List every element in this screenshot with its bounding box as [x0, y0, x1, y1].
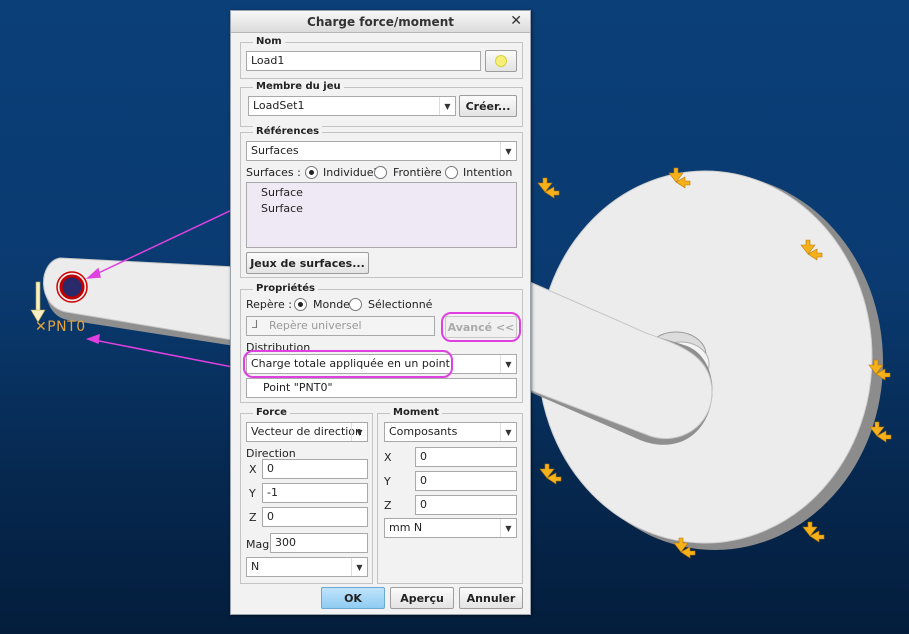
force-x-input[interactable]: 0 [262, 459, 368, 479]
chevron-down-icon: ▼ [500, 423, 516, 441]
radio-monde-label: Monde [313, 298, 350, 311]
force-legend: Force [253, 407, 290, 418]
radio-monde[interactable] [294, 298, 307, 311]
mag-input[interactable]: 300 [270, 533, 368, 553]
radio-frontiere-label: Frontière [393, 166, 442, 179]
reference-type-select[interactable]: Surfaces ▼ [246, 141, 517, 161]
name-legend: Nom [253, 36, 285, 47]
point-field[interactable]: Point "PNT0" [246, 378, 517, 398]
surfaces-list[interactable]: Surface Surface [246, 182, 517, 248]
csys-icon: ⅃ [252, 318, 259, 331]
chevron-down-icon: ▼ [439, 97, 455, 115]
ok-button[interactable]: OK [321, 587, 385, 609]
moment-x-label: X [384, 451, 392, 464]
radio-intention-label: Intention [463, 166, 513, 179]
moment-mode-select[interactable]: Composants ▼ [384, 422, 517, 442]
name-group: Nom Load1 [240, 36, 523, 79]
force-group: Force Vecteur de direction ▼ Direction X… [240, 407, 373, 584]
list-item[interactable]: Surface [261, 185, 502, 201]
preview-button[interactable]: Aperçu [390, 587, 454, 609]
create-button[interactable]: Créer... [459, 95, 517, 117]
distribution-value: Charge totale appliquée en un point [251, 357, 450, 370]
chevron-down-icon: ▼ [500, 355, 516, 373]
point-marker-icon: ✕ [35, 319, 48, 335]
force-mode-value: Vecteur de direction [251, 425, 363, 438]
radio-selectionne[interactable] [349, 298, 362, 311]
distribution-label: Distribution [246, 341, 311, 354]
moment-unit-value: mm N [389, 521, 423, 534]
force-moment-dialog: Charge force/moment ✕ Nom Load1 Membre d… [230, 10, 531, 615]
moment-y-label: Y [384, 475, 391, 488]
loadset-value: LoadSet1 [253, 99, 305, 112]
radio-intention[interactable] [445, 166, 458, 179]
dialog-title: Charge force/moment [307, 15, 454, 29]
csys-field: ⅃ Repère universel [246, 316, 435, 336]
moment-legend: Moment [390, 407, 442, 418]
moment-z-input[interactable]: 0 [415, 495, 517, 515]
moment-mode-value: Composants [389, 425, 458, 438]
name-input[interactable]: Load1 [246, 51, 481, 71]
color-button[interactable] [485, 50, 517, 72]
advanced-button[interactable]: Avancé << [445, 316, 517, 338]
moment-y-input[interactable]: 0 [415, 471, 517, 491]
force-y-input[interactable]: -1 [262, 483, 368, 503]
force-unit-select[interactable]: N ▼ [246, 557, 368, 577]
mag-label: Mag [246, 538, 270, 551]
force-arrow-icon [30, 281, 46, 323]
references-group: Références Surfaces ▼ Surfaces : Individ… [240, 126, 523, 278]
moment-unit-select[interactable]: mm N ▼ [384, 518, 517, 538]
close-icon[interactable]: ✕ [510, 13, 522, 29]
csys-placeholder: Repère universel [269, 319, 362, 332]
member-legend: Membre du jeu [253, 81, 344, 92]
chevron-down-icon: ▼ [351, 558, 367, 576]
distribution-select[interactable]: Charge totale appliquée en un point ▼ [246, 354, 517, 374]
surface-sets-button[interactable]: Jeux de surfaces... [246, 252, 369, 274]
chevron-down-icon: ▼ [500, 142, 516, 160]
loadset-select[interactable]: LoadSet1 ▼ [248, 96, 456, 116]
radio-individuel-label: Individuel [323, 166, 377, 179]
moment-z-label: Z [384, 499, 392, 512]
member-group: Membre du jeu LoadSet1 ▼ Créer... [240, 81, 523, 127]
surfaces-label: Surfaces : [246, 166, 301, 179]
cancel-button[interactable]: Annuler [459, 587, 523, 609]
dialog-titlebar[interactable]: Charge force/moment ✕ [231, 11, 530, 33]
force-z-label: Z [249, 511, 257, 524]
repere-label: Repère : [246, 298, 292, 311]
reference-type-value: Surfaces [251, 144, 299, 157]
force-y-label: Y [249, 487, 256, 500]
moment-x-input[interactable]: 0 [415, 447, 517, 467]
color-swatch-icon [495, 55, 507, 67]
radio-selectionne-label: Sélectionné [368, 298, 433, 311]
references-legend: Références [253, 126, 323, 137]
list-item[interactable]: Surface [261, 201, 502, 217]
force-mode-select[interactable]: Vecteur de direction ▼ [246, 422, 368, 442]
radio-frontiere[interactable] [374, 166, 387, 179]
force-unit-value: N [251, 560, 260, 573]
chevron-down-icon: ▼ [351, 423, 367, 441]
properties-legend: Propriétés [253, 283, 318, 294]
force-z-input[interactable]: 0 [262, 507, 368, 527]
moment-group: Moment Composants ▼ X 0 Y 0 Z 0 mm N ▼ [377, 407, 523, 584]
point-label: ✕PNT0 [35, 319, 86, 335]
force-x-label: X [249, 463, 257, 476]
radio-individuel[interactable] [305, 166, 318, 179]
chevron-down-icon: ▼ [500, 519, 516, 537]
properties-group: Propriétés Repère : Monde Sélectionné ⅃ … [240, 283, 523, 403]
